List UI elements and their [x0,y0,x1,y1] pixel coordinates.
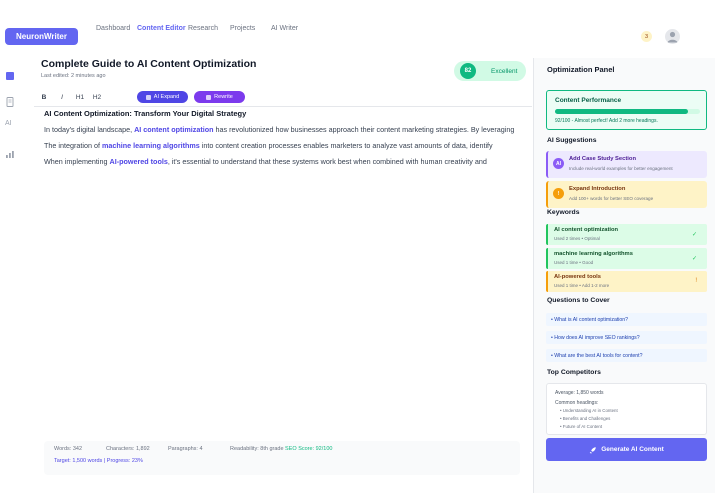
competitor-average: Average: 1,850 words [555,390,604,396]
rewrite-label: Rewrite [214,94,233,100]
question-item[interactable]: • What are the best AI tools for content… [546,349,707,362]
paragraph-3[interactable]: When implementing AI-powered tools, it's… [44,157,532,166]
warning-icon: ! [553,188,564,199]
keyword-item[interactable]: machine learning algorithms Used 1 time … [546,248,707,269]
formatting-toolbar: B I H1 H2 AI Expand Rewrite [34,89,532,107]
keywords-title: Keywords [547,209,580,216]
suggestion-desc: Add 100+ words for better SEO coverage [569,196,654,201]
content-score-badge: 82 Excellent [454,61,526,81]
document-title[interactable]: Complete Guide to AI Content Optimizatio… [41,58,256,70]
seo-score-stat: SEO Score: 92/100 [285,446,333,452]
ai-icon: AI [553,158,564,169]
ai-expand-button[interactable]: AI Expand [137,91,188,103]
questions-title: Questions to Cover [547,297,610,304]
italic-button[interactable]: I [58,91,66,103]
ai-expand-label: AI Expand [153,94,180,100]
rewrite-icon [206,94,212,100]
common-heading: • Benefits and Challenges [560,416,611,421]
document-icon[interactable] [5,94,15,107]
h1-button[interactable]: H1 [74,91,86,103]
character-count: Characters: 1,892 [106,446,150,452]
warning-icon: ! [695,278,697,284]
competitors-card: Average: 1,850 words Common headings: • … [546,383,707,435]
bold-button[interactable]: B [40,91,48,103]
nav-research[interactable]: Research [188,25,218,32]
readability-stat: Readability: 8th grade SEO Score: 92/100 [230,446,333,452]
last-edited-text: Last edited: 2 minutes ago [41,73,106,79]
performance-progress-bar [555,109,700,114]
paragraph-count: Paragraphs: 4 [168,446,203,452]
score-value: 82 [460,63,476,79]
score-label: Excellent [491,67,518,75]
check-icon: ✓ [691,256,697,262]
keyword-item[interactable]: AI content optimization Used 2 times • O… [546,224,707,245]
paragraph-1[interactable]: In today's digital landscape, AI content… [44,125,532,134]
notification-badge[interactable]: 3 [641,31,652,42]
nav-projects[interactable]: Projects [230,25,255,32]
question-item[interactable]: • What is AI content optimization? [546,313,707,326]
generate-ai-content-button[interactable]: Generate AI Content [546,438,707,461]
optimization-panel: Optimization Panel Content Performance 9… [533,58,715,493]
performance-title: Content Performance [555,97,622,104]
common-heading: • Understanding AI in Content [560,408,618,413]
rewrite-button[interactable]: Rewrite [194,91,245,103]
ai-rail-icon[interactable]: AI [5,120,15,130]
panel-title: Optimization Panel [547,65,615,74]
keyword-name: AI-powered tools [554,274,602,280]
keyword-name: machine learning algorithms [554,251,633,257]
article-heading[interactable]: AI Content Optimization: Transform Your … [44,109,532,118]
nav-dashboard[interactable]: Dashboard [96,25,130,32]
ai-suggestions-title: AI Suggestions [547,137,597,144]
content-performance-card: Content Performance 92/100 - Almost perf… [546,90,707,130]
question-item[interactable]: • How does AI improve SEO rankings? [546,331,707,344]
h2-button[interactable]: H2 [91,91,103,103]
keyword-highlight: machine learning algorithms [101,141,200,150]
suggestion-title: Expand Introduction [569,186,626,192]
sparkle-icon [145,94,151,100]
word-count: Words: 342 [54,446,83,452]
editor-rail-icon[interactable] [5,68,15,80]
keyword-meta: Used 1 time • Good [554,260,594,265]
suggestion-desc: Include real-world examples for better e… [569,166,673,171]
keyword-highlight: AI-powered tools [109,157,168,166]
keyword-meta: Used 1 time • Add 1-2 more [554,283,610,288]
nav-ai-writer[interactable]: AI Writer [271,25,298,32]
common-headings-label: Common headings: [555,400,599,406]
suggestion-card[interactable]: ! Expand Introduction Add 100+ words for… [546,181,707,208]
generate-label: Generate AI Content [601,446,664,453]
check-icon: ✓ [691,232,697,238]
target-progress: Target: 1,500 words | Progress: 23% [54,458,143,464]
suggestion-card[interactable]: AI Add Case Study Section Include real-w… [546,151,707,178]
user-icon [667,31,678,43]
suggestion-title: Add Case Study Section [569,156,636,162]
analytics-icon[interactable] [5,146,15,158]
nav-content-editor[interactable]: Content Editor [137,25,186,32]
keyword-meta: Used 2 times • Optimal [554,236,600,241]
competitors-title: Top Competitors [547,369,601,376]
paragraph-2[interactable]: The integration of machine learning algo… [44,141,532,150]
app-logo[interactable]: NeuronWriter [5,28,78,45]
performance-progress-fill [555,109,689,114]
keyword-name: AI content optimization [554,227,619,233]
keyword-highlight: AI content optimization [134,125,214,134]
top-navigation: NeuronWriter Dashboard Content Editor Re… [0,0,715,60]
rocket-icon [589,446,596,454]
keyword-item[interactable]: AI-powered tools Used 1 time • Add 1-2 m… [546,271,707,292]
document-stats-bar: Words: 342 Characters: 1,892 Paragraphs:… [44,441,520,475]
performance-text: 92/100 - Almost perfect! Add 2 more head… [555,118,658,124]
user-avatar[interactable] [665,29,680,44]
editor-content[interactable]: AI Content Optimization: Transform Your … [44,108,532,166]
common-heading: • Future of AI Content [560,424,603,429]
